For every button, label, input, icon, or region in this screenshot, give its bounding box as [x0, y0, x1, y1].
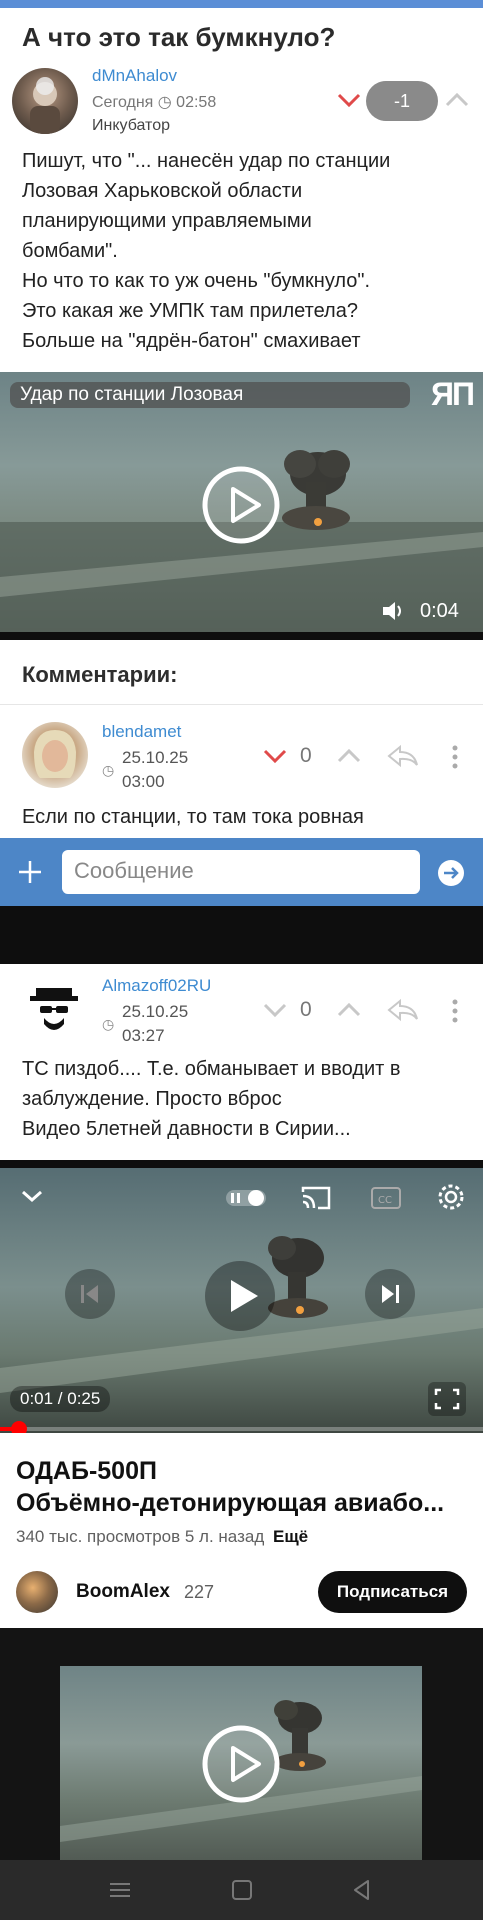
more-link[interactable]: Ещё [273, 1527, 308, 1546]
comment-author[interactable]: Almazoff02RU [102, 976, 211, 996]
plus-icon[interactable] [16, 858, 44, 886]
top-accent-bar [0, 0, 483, 8]
progress-knob[interactable] [11, 1421, 28, 1433]
clock-icon: ◷ [102, 1016, 115, 1032]
subscriber-count: 227 [184, 1582, 215, 1602]
video-title-line: Объёмно-детонирующая авиабо... [16, 1489, 445, 1517]
settings-gear-icon[interactable] [436, 1182, 466, 1212]
stats-text: 340 тыс. просмотров 5 л. назад [16, 1527, 265, 1546]
upvote-icon[interactable] [336, 746, 362, 766]
comment-date: 25.10.25 [122, 1002, 189, 1021]
video-title-line: ОДАБ-500П [16, 1457, 157, 1485]
comment-score: 0 [300, 998, 312, 1021]
more-icon[interactable] [450, 744, 460, 770]
post-line: Это какая же УМПК там прилетела? [22, 300, 358, 322]
captions-icon[interactable]: CC [370, 1184, 402, 1212]
play-button[interactable] [204, 1260, 276, 1332]
system-nav-bar [0, 1860, 483, 1920]
comment-time: 03:00 [122, 772, 165, 791]
comment-text: Если по станции, то там тока ровная [22, 806, 364, 828]
post-line: Пишут, что "... нанесён удар по станции [22, 150, 391, 172]
svg-text:CC: CC [378, 1195, 392, 1206]
comment-author[interactable]: blendamet [102, 722, 181, 742]
next-icon[interactable] [364, 1268, 416, 1320]
post-section[interactable]: Инкубатор [92, 117, 170, 135]
video-stats: 340 тыс. просмотров 5 л. назад Ещё [16, 1527, 308, 1547]
reply-icon[interactable] [386, 998, 420, 1022]
video-time: 0:01 / 0:25 [10, 1386, 111, 1412]
comments-header: Комментарии: [22, 662, 178, 687]
downvote-icon[interactable] [336, 90, 362, 110]
play-button[interactable] [201, 1724, 281, 1804]
post-line: бомбами". [22, 240, 118, 262]
post-date: Сегодня ◷ 02:58 [92, 94, 217, 111]
video-duration: 0:04 [420, 600, 459, 622]
comment-avatar[interactable] [22, 722, 88, 788]
post-video[interactable]: Удар по станции Лозовая ЯП 0:04 [0, 372, 483, 640]
progress-track[interactable] [0, 1427, 483, 1431]
channel-name[interactable]: BoomAlex [76, 1581, 170, 1603]
downvote-icon[interactable] [262, 1000, 288, 1020]
collapse-icon[interactable] [18, 1186, 46, 1206]
home-icon[interactable] [230, 1878, 254, 1902]
post-line: планирующими управляемыми [22, 210, 312, 232]
comment-line: заблуждение. Просто вброс [22, 1088, 282, 1110]
channel-avatar[interactable] [16, 1571, 58, 1613]
video-bottom-bar [0, 632, 483, 640]
youtube-info: ОДАБ-500П Объёмно-детонирующая авиабо...… [0, 1433, 483, 1628]
comment-time: 03:27 [122, 1026, 165, 1045]
post-author[interactable]: dMnAhalov [92, 66, 177, 86]
comment-line: Видео 5летней давности в Сирии... [22, 1118, 351, 1140]
video-preview[interactable] [60, 1666, 422, 1860]
subscribe-button[interactable]: Подписаться [318, 1571, 467, 1613]
reply-icon[interactable] [386, 744, 420, 768]
video-title-label: Удар по станции Лозовая [10, 382, 410, 408]
more-icon[interactable] [450, 998, 460, 1024]
back-icon[interactable] [350, 1878, 374, 1902]
youtube-player[interactable]: CC 0:01 / 0:25 [0, 1168, 483, 1433]
post-body: Пишут, что "... нанесён удар по станции … [22, 146, 472, 356]
divider [0, 704, 483, 705]
fullscreen-icon[interactable] [428, 1382, 466, 1416]
screenshot-gap [0, 906, 483, 964]
clock-icon: ◷ [102, 762, 115, 778]
message-input[interactable]: Сообщение [62, 850, 420, 894]
upvote-icon[interactable] [336, 1000, 362, 1020]
video-title: ОДАБ-500П Объёмно-детонирующая авиабо... [16, 1455, 471, 1519]
volume-icon[interactable] [380, 598, 406, 624]
post-line: Больше на "ядрён-батон" смахивает [22, 330, 361, 352]
pause-toggle-icon[interactable] [224, 1186, 268, 1210]
cast-icon[interactable] [300, 1184, 332, 1212]
comment-score: 0 [300, 744, 312, 767]
downvote-icon[interactable] [262, 746, 288, 766]
comment-text: ТС пиздоб.... Т.е. обманывает и вводит в… [22, 1054, 472, 1144]
comment-line: ТС пиздоб.... Т.е. обманывает и вводит в [22, 1058, 401, 1080]
post-score: -1 [366, 81, 438, 121]
site-logo: ЯП [431, 376, 475, 412]
menu-icon[interactable] [108, 1880, 132, 1900]
screenshot-gap [0, 1160, 483, 1168]
author-avatar[interactable] [12, 68, 78, 134]
previous-icon[interactable] [64, 1268, 116, 1320]
post-line: Но что то как то уж очень "бумкнуло". [22, 270, 371, 292]
upvote-icon[interactable] [444, 90, 470, 110]
send-icon[interactable] [436, 858, 466, 888]
comment-avatar[interactable] [26, 982, 82, 1038]
message-composer: Сообщение [0, 838, 483, 906]
play-button[interactable] [201, 465, 281, 545]
post-line: Лозовая Харьковской области [22, 180, 303, 202]
comment-date: 25.10.25 [122, 748, 189, 767]
post-title: А что это так бумкнуло? [22, 22, 336, 52]
